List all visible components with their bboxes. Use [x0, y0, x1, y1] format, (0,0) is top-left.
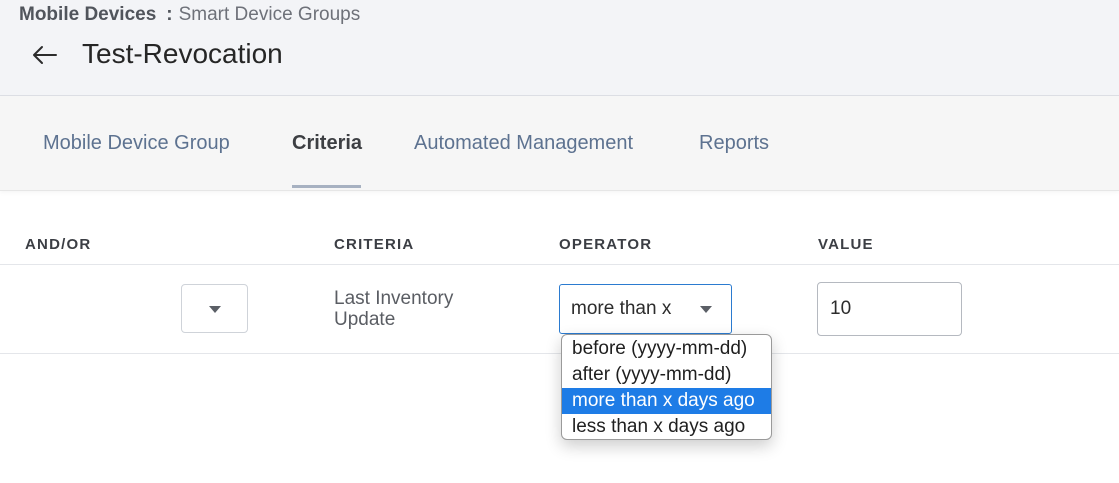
page-title: Test-Revocation [82, 38, 283, 69]
chevron-down-icon [700, 306, 712, 313]
row-divider [0, 353, 1119, 354]
tab-automated-management[interactable]: Automated Management [414, 132, 633, 155]
operator-option-before[interactable]: before (yyyy-mm-dd) [562, 336, 771, 362]
operator-dropdown-list: before (yyyy-mm-dd) after (yyyy-mm-dd) m… [561, 334, 772, 440]
criteria-name: Last Inventory Update [334, 288, 454, 330]
value-input[interactable] [817, 282, 962, 336]
breadcrumb: Mobile Devices: Smart Device Groups [19, 4, 360, 26]
andor-select[interactable] [181, 284, 248, 333]
back-button[interactable] [30, 40, 60, 70]
column-header-andor: AND/OR [25, 236, 92, 253]
operator-option-more-than[interactable]: more than x days ago [562, 388, 771, 414]
arrow-left-icon [33, 46, 57, 64]
operator-select[interactable]: more than x [559, 284, 732, 334]
tab-mobile-device-group[interactable]: Mobile Device Group [43, 132, 230, 155]
operator-option-after[interactable]: after (yyyy-mm-dd) [562, 362, 771, 388]
active-tab-indicator [292, 185, 361, 188]
operator-option-less-than[interactable]: less than x days ago [562, 414, 771, 439]
column-header-criteria: CRITERIA [334, 236, 415, 253]
tab-criteria[interactable]: Criteria [292, 132, 362, 155]
header-divider [0, 264, 1119, 265]
tab-reports[interactable]: Reports [699, 132, 769, 155]
chevron-down-icon [209, 306, 221, 313]
breadcrumb-current[interactable]: Smart Device Groups [179, 4, 361, 25]
breadcrumb-root[interactable]: Mobile Devices [19, 4, 156, 25]
operator-selected-value: more than x [571, 298, 672, 319]
column-header-operator: OPERATOR [559, 236, 653, 253]
breadcrumb-separator: : [166, 4, 173, 25]
page-header: Mobile Devices: Smart Device Groups Test-… [0, 0, 1119, 96]
tab-bar: Mobile Device Group Criteria Automated M… [0, 96, 1119, 191]
column-header-value: VALUE [818, 236, 874, 253]
